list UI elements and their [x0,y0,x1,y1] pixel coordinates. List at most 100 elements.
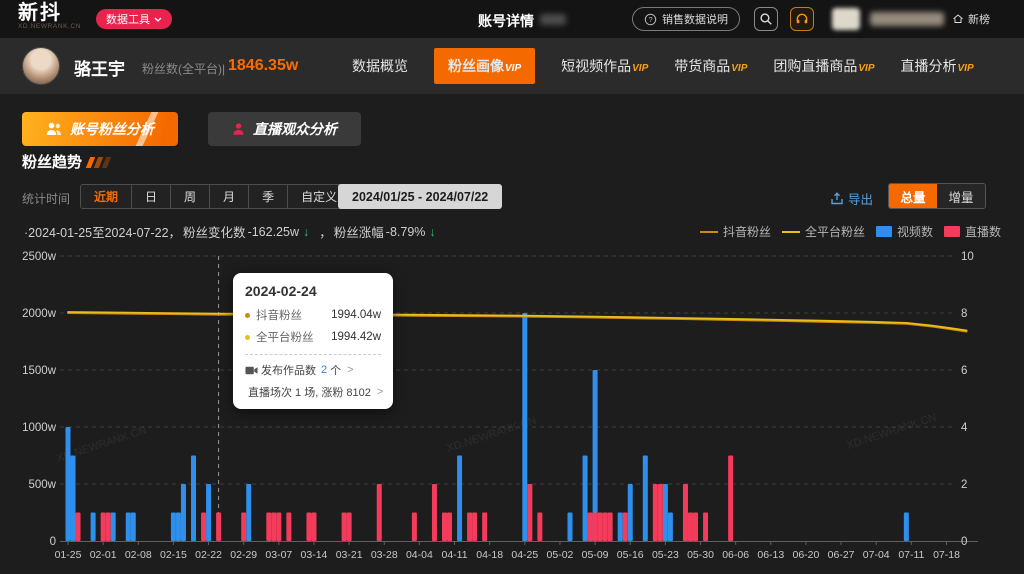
tab-live-audience-analysis[interactable]: 直播观众分析 [208,112,361,146]
live-bar-03-06[interactable] [271,513,276,542]
live-bar-05-11[interactable] [603,513,608,542]
account-tab-短视频作品[interactable]: 短视频作品VIP [561,56,648,76]
video-bar-02-15[interactable] [171,513,176,542]
video-bar-05-16[interactable] [628,484,633,541]
live-bar-02-01[interactable] [101,513,106,542]
redacted-title-badge [540,14,566,25]
live-bar-04-14[interactable] [467,513,472,542]
video-bar-05-07[interactable] [583,456,588,542]
summary-rate-value: -8.79% [386,225,426,239]
range-option-近期[interactable]: 近期 [81,185,131,208]
live-bar-05-10[interactable] [598,513,603,542]
redacted-user-name[interactable] [870,12,944,26]
video-bar-02-07[interactable] [131,513,136,542]
live-bar-03-05[interactable] [266,513,271,542]
legend-item-抖音粉丝[interactable]: 抖音粉丝 [700,223,771,240]
video-bar-02-22[interactable] [206,484,211,541]
live-bar-03-27[interactable] [377,484,382,541]
video-bar-02-17[interactable] [181,484,186,541]
topbar: 新抖 XD.NEWRANK.CN 数据工具 账号详情 ? 销售数据说明 新榜 [0,0,1024,38]
live-bar-05-28[interactable] [688,513,693,542]
video-bar-02-16[interactable] [176,513,181,542]
tab-label: 直播观众分析 [253,119,337,139]
video-bar-05-23[interactable] [663,484,668,541]
video-bar-05-19[interactable] [643,456,648,542]
video-bar-02-19[interactable] [191,456,196,542]
live-bar-03-14[interactable] [311,513,316,542]
account-avatar[interactable] [22,47,60,85]
sales-data-info-button[interactable]: ? 销售数据说明 [632,7,740,31]
live-bar-03-20[interactable] [342,513,347,542]
live-bar-05-08[interactable] [588,513,593,542]
live-bar-05-29[interactable] [693,513,698,542]
live-bar-06-05[interactable] [728,456,733,542]
live-bar-05-31[interactable] [703,513,708,542]
tab-account-fans-analysis[interactable]: 账号粉丝分析 [22,112,178,146]
live-bar-05-27[interactable] [683,484,688,541]
video-bar-05-24[interactable] [668,513,673,542]
video-bar-01-26[interactable] [71,456,76,542]
live-bar-05-12[interactable] [608,513,613,542]
export-button[interactable]: 导出 [830,189,873,208]
live-bar-03-09[interactable] [286,513,291,542]
newrank-home-link[interactable]: 新榜 [952,11,990,27]
mode-total[interactable]: 总量 [889,184,937,208]
range-option-季[interactable]: 季 [248,185,287,208]
live-bar-03-21[interactable] [347,513,352,542]
legend-swatch [944,226,960,237]
video-bar-05-14[interactable] [618,513,623,542]
live-bar-04-28[interactable] [537,513,542,542]
video-bar-07-10[interactable] [904,513,909,542]
tooltip-works-link[interactable]: 发布作品数 2 个 > [245,362,381,378]
legend-item-直播数[interactable]: 直播数 [944,223,1001,240]
live-bar-05-22[interactable] [658,484,663,541]
legend-item-全平台粉丝[interactable]: 全平台粉丝 [782,223,865,240]
range-option-周[interactable]: 周 [170,185,209,208]
live-bar-04-10[interactable] [447,513,452,542]
video-bar-05-04[interactable] [568,513,573,542]
range-segment: 近期日周月季自定义 [80,184,351,209]
video-bar-02-03[interactable] [111,513,116,542]
account-tab-团购直播商品[interactable]: 团购直播商品VIP [773,56,874,76]
logo[interactable]: 新抖 XD.NEWRANK.CN [18,3,81,31]
video-bar-01-25[interactable] [66,427,71,541]
video-bar-04-25[interactable] [522,313,527,541]
mode-increment[interactable]: 增量 [937,184,985,208]
live-bar-04-07[interactable] [432,484,437,541]
video-bar-04-12[interactable] [457,456,462,542]
live-bar-04-15[interactable] [472,513,477,542]
live-bar-05-09[interactable] [593,513,598,542]
x-axis-label: 05-30 [687,549,714,561]
live-bar-05-15[interactable] [623,513,628,542]
tooltip-metrics: 抖音粉丝1994.04w全平台粉丝1994.42w [245,307,381,345]
redacted-user-avatar[interactable] [832,8,860,30]
live-bar-04-26[interactable] [527,484,532,541]
range-option-日[interactable]: 日 [131,185,170,208]
live-bar-05-21[interactable] [653,484,658,541]
live-bar-04-17[interactable] [482,513,487,542]
account-tab-直播分析[interactable]: 直播分析VIP [901,56,974,76]
live-bar-02-24[interactable] [216,513,221,542]
support-button[interactable] [790,7,814,31]
legend-item-视频数[interactable]: 视频数 [876,223,933,240]
account-tab-粉丝画像[interactable]: 粉丝画像VIP [434,48,535,84]
live-bar-02-21[interactable] [201,513,206,542]
tooltip-live-link[interactable]: 直播场次 1 场, 涨粉 8102 > [245,384,381,400]
account-tab-数据概览[interactable]: 数据概览 [352,56,408,76]
live-bar-01-27[interactable] [76,513,81,542]
live-bar-02-29[interactable] [241,513,246,542]
x-axis-label: 04-11 [442,549,468,561]
live-bar-04-03[interactable] [412,513,417,542]
range-option-月[interactable]: 月 [209,185,248,208]
account-tab-带货商品[interactable]: 带货商品VIP [674,56,747,76]
data-tools-button[interactable]: 数据工具 [96,9,172,29]
video-bar-03-01[interactable] [246,484,251,541]
date-range-picker[interactable]: 2024/01/25 - 2024/07/22 [338,184,502,209]
live-bar-03-13[interactable] [306,513,311,542]
search-button[interactable] [754,7,778,31]
live-bar-04-09[interactable] [442,513,447,542]
video-bar-02-06[interactable] [126,513,131,542]
live-bar-03-07[interactable] [276,513,281,542]
live-bar-02-02[interactable] [106,513,111,542]
video-bar-01-30[interactable] [91,513,96,542]
